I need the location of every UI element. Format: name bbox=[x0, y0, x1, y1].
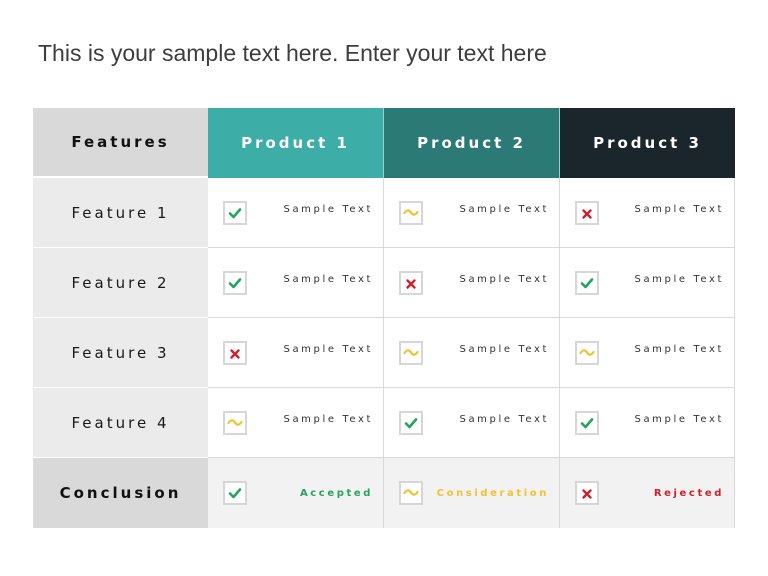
table-cell: Sample Text bbox=[560, 178, 735, 248]
feature-label: Feature 4 bbox=[33, 388, 208, 458]
cell-text: Sample Text bbox=[634, 274, 724, 285]
cell-text: Sample Text bbox=[283, 414, 373, 425]
check-icon bbox=[223, 270, 247, 295]
tilde-icon bbox=[399, 340, 423, 365]
cell-text: Sample Text bbox=[459, 344, 549, 355]
feature-label: Feature 1 bbox=[33, 178, 208, 248]
table-cell: Sample Text bbox=[384, 318, 560, 388]
check-icon bbox=[223, 481, 247, 505]
table-cell: Sample Text bbox=[384, 248, 560, 318]
conclusion-label: Conclusion bbox=[33, 458, 208, 528]
table-cell: Sample Text bbox=[560, 248, 735, 318]
cell-text: Sample Text bbox=[634, 414, 724, 425]
table-cell: Sample Text bbox=[208, 248, 384, 318]
header-product-2: Product 2 bbox=[384, 108, 560, 178]
header-features: Features bbox=[33, 108, 208, 178]
cell-text: Sample Text bbox=[634, 204, 724, 215]
check-icon bbox=[223, 200, 247, 225]
slide-title: This is your sample text here. Enter you… bbox=[38, 40, 547, 66]
check-icon bbox=[399, 410, 423, 435]
status-consideration: Consideration bbox=[436, 487, 549, 499]
header-product-3: Product 3 bbox=[560, 108, 735, 178]
comparison-table: Features Product 1 Product 2 Product 3 F… bbox=[33, 108, 735, 528]
table-cell: Sample Text bbox=[384, 388, 560, 458]
cell-text: Sample Text bbox=[634, 344, 724, 355]
table-cell: Sample Text bbox=[208, 388, 384, 458]
cell-text: Sample Text bbox=[283, 204, 373, 215]
tilde-icon bbox=[223, 410, 247, 435]
tilde-icon bbox=[575, 340, 599, 365]
table-cell: Sample Text bbox=[208, 178, 384, 248]
feature-label: Feature 2 bbox=[33, 248, 208, 318]
table-cell: Sample Text bbox=[208, 318, 384, 388]
cell-text: Sample Text bbox=[459, 274, 549, 285]
cross-icon bbox=[575, 481, 599, 505]
table-cell: Sample Text bbox=[560, 388, 735, 458]
table-cell: Sample Text bbox=[560, 318, 735, 388]
cross-icon bbox=[399, 270, 423, 295]
status-accepted: Accepted bbox=[299, 487, 373, 499]
conclusion-cell: Consideration bbox=[384, 458, 560, 528]
cell-text: Sample Text bbox=[459, 204, 549, 215]
conclusion-cell: Accepted bbox=[208, 458, 384, 528]
cell-text: Sample Text bbox=[283, 344, 373, 355]
conclusion-cell: Rejected bbox=[560, 458, 735, 528]
status-rejected: Rejected bbox=[653, 487, 724, 499]
header-product-1: Product 1 bbox=[208, 108, 384, 178]
tilde-icon bbox=[399, 481, 423, 505]
table-cell: Sample Text bbox=[384, 178, 560, 248]
tilde-icon bbox=[399, 200, 423, 225]
cell-text: Sample Text bbox=[459, 414, 549, 425]
check-icon bbox=[575, 410, 599, 435]
cross-icon bbox=[575, 200, 599, 225]
check-icon bbox=[575, 270, 599, 295]
cross-icon bbox=[223, 340, 247, 365]
cell-text: Sample Text bbox=[283, 274, 373, 285]
feature-label: Feature 3 bbox=[33, 318, 208, 388]
